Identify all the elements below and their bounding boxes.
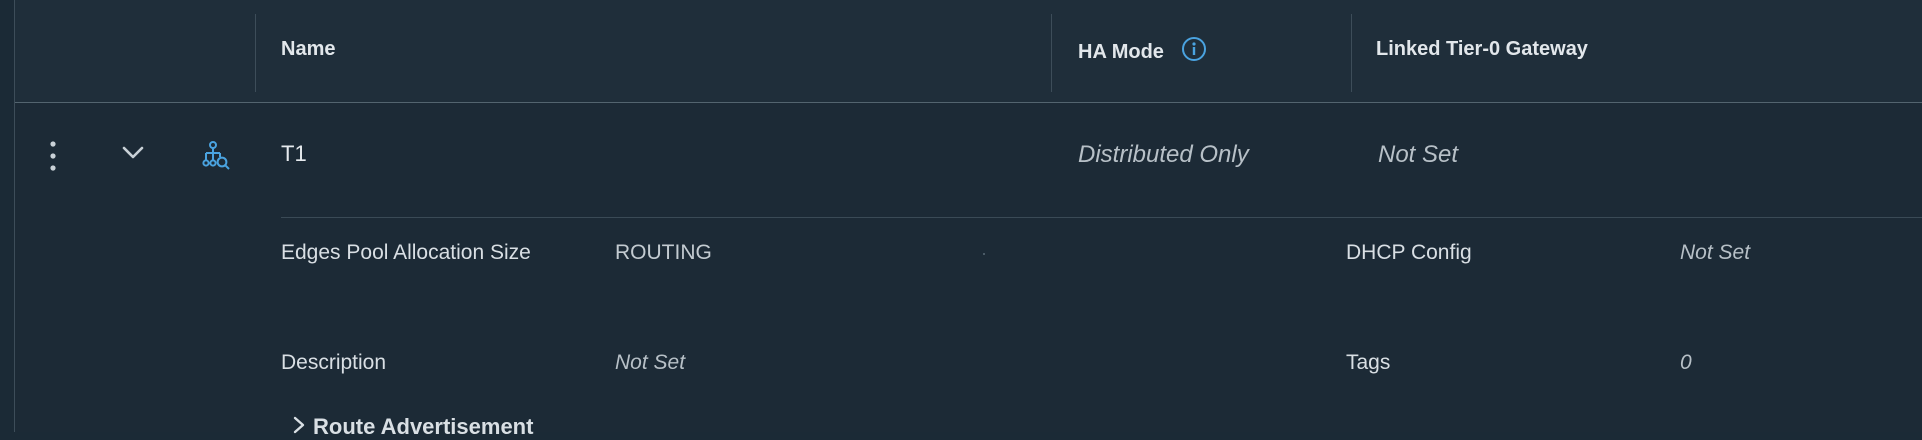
gateway-datagrid: Name HA Mode Linked Tier-0 Gateway T1 Di…: [14, 0, 1922, 439]
dhcp-config-value: Not Set: [1680, 241, 1751, 264]
column-header-ha-mode-label: HA Mode: [1078, 41, 1164, 63]
column-separator[interactable]: [255, 14, 256, 92]
column-header-linked-tier0[interactable]: Linked Tier-0 Gateway: [1376, 38, 1588, 61]
dhcp-config-label: DHCP Config: [1346, 241, 1472, 264]
column-header-name[interactable]: Name: [281, 38, 335, 61]
column-separator[interactable]: [1051, 14, 1052, 92]
row-actions-kebab-icon[interactable]: [49, 138, 57, 178]
linked-tier0-value: Not Set: [1378, 141, 1459, 168]
row-divider: [281, 217, 1922, 218]
separator-dot: [983, 253, 985, 255]
edges-pool-value: ROUTING: [615, 241, 712, 264]
description-value: Not Set: [615, 351, 686, 374]
column-header-ha-mode[interactable]: HA Mode: [1078, 36, 1207, 68]
ha-mode-value: Distributed Only: [1078, 141, 1249, 168]
chevron-down-icon[interactable]: [121, 145, 145, 166]
column-separator[interactable]: [1351, 14, 1352, 92]
info-icon[interactable]: [1181, 36, 1207, 68]
tags-label: Tags: [1346, 351, 1391, 374]
column-header-linked-tier0-label: Linked Tier-0 Gateway: [1376, 38, 1588, 60]
tier1-gateway-icon: [201, 140, 231, 177]
chevron-right-icon: [293, 414, 305, 440]
column-header-name-label: Name: [281, 38, 336, 60]
description-label: Description: [281, 351, 387, 374]
gateway-name[interactable]: T1: [281, 141, 307, 167]
table-row[interactable]: T1 Distributed Only Not Set Edges Pool A…: [15, 103, 1922, 439]
route-advertisement-expander[interactable]: Route Advertisement: [293, 414, 533, 440]
edges-pool-label: Edges Pool Allocation Size: [281, 241, 531, 264]
datagrid-header: Name HA Mode Linked Tier-0 Gateway: [15, 0, 1922, 103]
tags-value[interactable]: 0: [1680, 343, 1692, 383]
route-advertisement-label: Route Advertisement: [313, 414, 534, 439]
